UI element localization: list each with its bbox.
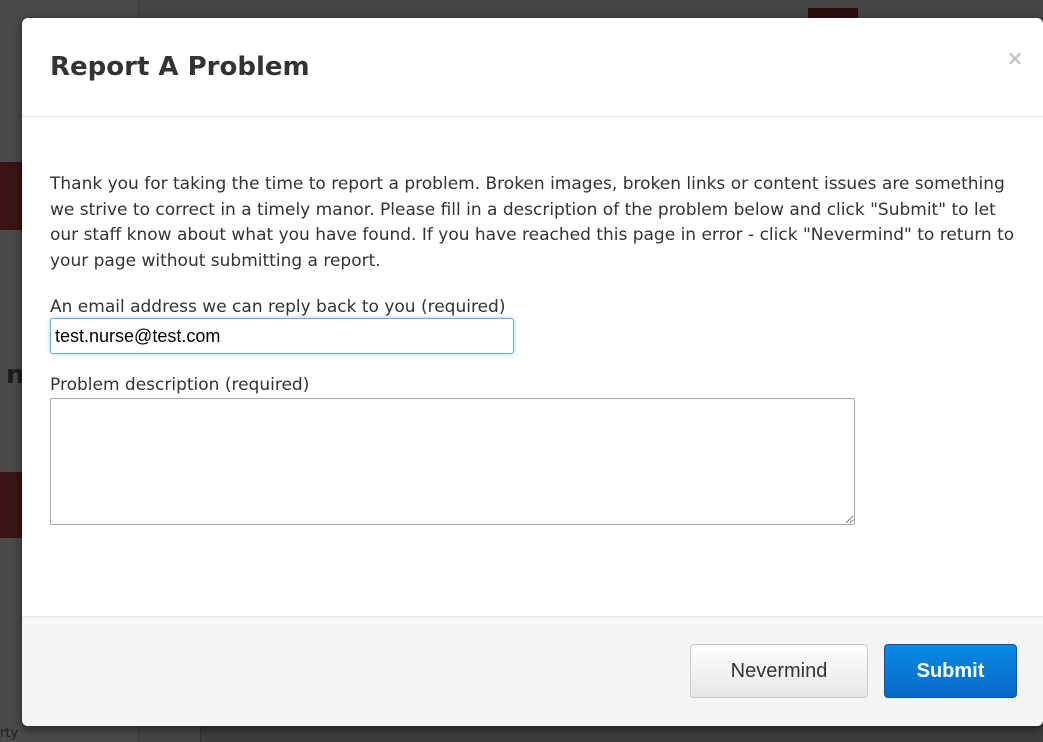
email-label: An email address we can reply back to yo… — [50, 297, 506, 317]
submit-button[interactable]: Submit — [884, 644, 1017, 698]
background-text-fragment: rty — [0, 726, 19, 741]
dialog-footer: Nevermind Submit — [22, 616, 1043, 726]
background-bottom-bar — [200, 726, 1043, 742]
dialog-body: Thank you for taking the time to report … — [50, 172, 1030, 525]
close-icon[interactable]: × — [1003, 46, 1027, 70]
report-problem-dialog: Report A Problem × Thank you for taking … — [22, 18, 1043, 726]
dialog-header: Report A Problem × — [22, 18, 1043, 117]
intro-text: Thank you for taking the time to report … — [50, 174, 1015, 271]
nevermind-button[interactable]: Nevermind — [690, 644, 868, 698]
description-textarea[interactable] — [50, 398, 855, 525]
description-label: Problem description (required) — [50, 375, 310, 395]
dialog-title: Report A Problem — [50, 52, 310, 82]
email-field[interactable] — [50, 318, 514, 354]
